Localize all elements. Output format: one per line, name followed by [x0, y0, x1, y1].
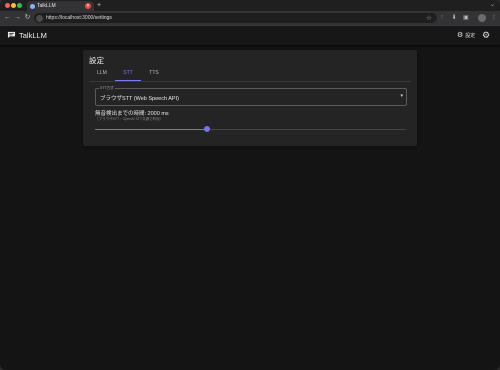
reload-button[interactable]: ↻ [23, 13, 32, 23]
browser-tab[interactable]: TalkLLM × [27, 1, 94, 11]
tabs-divider [89, 81, 411, 82]
tab-close-icon[interactable]: × [85, 3, 91, 9]
settings-gear-icon[interactable]: ⚙ [482, 29, 490, 41]
tab-llm[interactable]: LLM [89, 69, 115, 81]
page-title: 設定 [89, 56, 104, 65]
settings-card: 設定 LLM STT TTS STT方式 ブラウザSTT (Web Speech… [83, 50, 417, 146]
app-bar: TalkLLM ⚙ 設定 ⚙ [0, 26, 500, 45]
stt-method-value: ブラウザSTT (Web Speech API) [100, 95, 179, 102]
url-text: https://localhost:3000/settings [46, 14, 112, 21]
chevron-down-icon: ▾ [400, 93, 403, 99]
maximize-window-button[interactable] [17, 3, 22, 8]
tab-tts[interactable]: TTS [141, 69, 167, 81]
silence-timeout-caption: （ブラウザSTT・OpenAI STT共通で有効） [95, 117, 164, 121]
extension-icon[interactable]: ⫶ [437, 13, 447, 23]
settings-tabs: LLM STT TTS [89, 69, 411, 81]
settings-button[interactable]: ⚙ 設定 [457, 31, 475, 40]
stt-method-label: STT方式 [99, 86, 115, 91]
chat-icon [7, 31, 16, 39]
browser-toolbar: ← → ↻ https://localhost:3000/settings ☆ … [0, 11, 500, 26]
back-button[interactable]: ← [3, 13, 12, 23]
settings-button-label: 設定 [465, 33, 476, 39]
favicon-icon [30, 3, 35, 9]
forward-button[interactable]: → [13, 13, 22, 23]
download-icon[interactable]: ⬇ [449, 13, 459, 23]
browser-menu-icon[interactable]: ⋮ [489, 13, 499, 23]
minimize-window-button[interactable] [11, 3, 16, 8]
profile-avatar[interactable] [478, 14, 486, 22]
stt-method-select[interactable]: STT方式 ブラウザSTT (Web Speech API) ▾ [95, 86, 407, 106]
silence-timeout-slider[interactable] [95, 126, 406, 132]
slider-fill [95, 128, 207, 130]
sidepanel-icon[interactable]: ▣ [461, 13, 471, 23]
bookmark-star-icon[interactable]: ☆ [426, 14, 432, 22]
tab-strip: TalkLLM × + ⌄ [0, 0, 500, 11]
close-window-button[interactable] [5, 3, 10, 8]
gear-icon: ⚙ [457, 32, 464, 39]
site-info-icon[interactable] [36, 14, 43, 22]
slider-thumb[interactable] [203, 126, 210, 132]
new-tab-button[interactable]: + [97, 1, 101, 10]
tab-title: TalkLLM [37, 2, 56, 9]
silence-timeout-label: 無音検出までの時間: 2000 ms [95, 111, 169, 117]
tab-search-icon[interactable]: ⌄ [490, 1, 495, 8]
app-title: TalkLLM [19, 30, 47, 40]
address-bar[interactable]: https://localhost:3000/settings ☆ [34, 13, 437, 23]
browser-window: TalkLLM × + ⌄ ← → ↻ https://localhost:30… [0, 0, 500, 370]
